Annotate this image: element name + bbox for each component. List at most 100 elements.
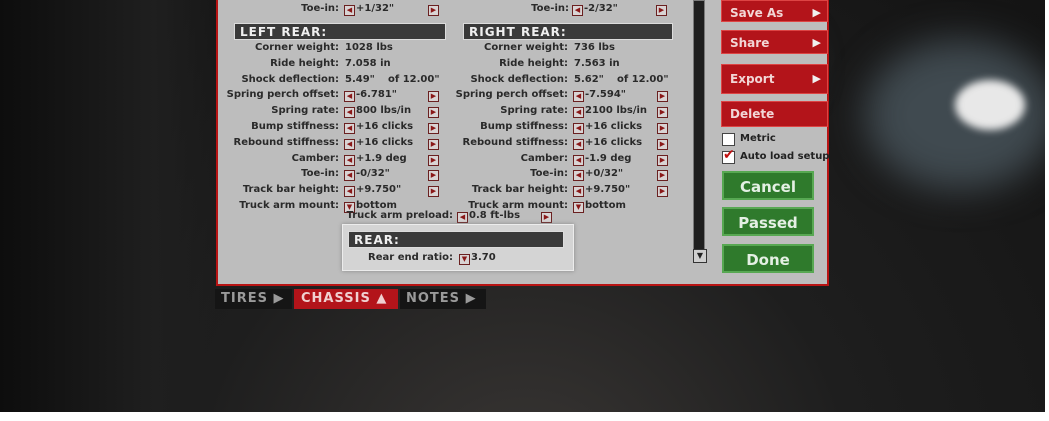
decrease-arrow-icon[interactable]: ◀ <box>344 154 355 166</box>
increase-arrow-icon[interactable]: ▶ <box>428 123 439 134</box>
setting-value: -7.594" <box>585 89 626 101</box>
increase-arrow-icon[interactable]: ▶ <box>428 186 439 198</box>
setting-value: +1.9 deg <box>356 152 407 164</box>
decrease-arrow-icon[interactable]: ◀ <box>344 123 355 134</box>
setting-value: 7.563 in <box>574 57 620 69</box>
setting-value: 5.49" <box>345 73 375 85</box>
setting-row: Ride height: 7.058 in <box>218 58 458 73</box>
scroll-down-icon[interactable]: ▼ <box>693 249 707 263</box>
arrow-right-icon: ▶ <box>273 291 285 306</box>
setting-row: Track bar height: ◀ +9.750" ▶ <box>447 184 687 199</box>
export-button[interactable]: Export ▶ <box>721 64 828 94</box>
tab-notes[interactable]: NOTES ▶ <box>400 289 486 309</box>
auto-load-checkbox[interactable]: ✔ <box>722 147 735 164</box>
toe-in-value: +1/32" <box>356 3 395 14</box>
setting-value: 2100 lbs/in <box>585 105 648 117</box>
increase-arrow-icon[interactable]: ▶ <box>657 186 668 198</box>
dropdown-arrow-icon[interactable]: ▼ <box>459 254 470 265</box>
toe-in-row-top: Toe-in: ◀ +1/32" ▶ Toe-in: ◀ -2/32" ▶ <box>218 3 698 18</box>
increase-arrow-icon[interactable]: ▶ <box>657 154 668 166</box>
share-button[interactable]: Share ▶ <box>721 30 828 54</box>
increase-arrow-icon[interactable]: ▶ <box>541 212 552 223</box>
tab-tires[interactable]: TIRES ▶ <box>215 289 292 309</box>
decrease-arrow-icon[interactable]: ◀ <box>573 123 584 134</box>
setting-label: Rebound stiffness: <box>233 136 339 148</box>
tab-chassis[interactable]: CHASSIS ▲ <box>294 289 398 309</box>
setting-row: Bump stiffness: ◀ +16 clicks ▶ <box>447 121 687 136</box>
auto-load-label: Auto load setup <box>740 151 830 162</box>
increase-arrow-icon[interactable]: ▶ <box>428 5 439 16</box>
shock-travel-max: of 12.00" <box>617 73 669 85</box>
setting-label: Track bar height: <box>242 184 339 196</box>
done-button[interactable]: Done <box>722 244 814 273</box>
decrease-arrow-icon[interactable]: ◀ <box>344 170 355 182</box>
metric-checkbox[interactable] <box>722 133 735 146</box>
increase-arrow-icon[interactable]: ▶ <box>428 138 439 150</box>
passed-button[interactable]: Passed <box>722 207 814 236</box>
setting-value: 736 lbs <box>574 42 615 53</box>
delete-button[interactable]: Delete <box>721 101 828 127</box>
decrease-arrow-icon[interactable]: ◀ <box>573 170 584 182</box>
decrease-arrow-icon[interactable]: ◀ <box>573 91 584 103</box>
increase-arrow-icon[interactable]: ▶ <box>428 107 439 119</box>
tab-tires-label: TIRES <box>221 291 268 306</box>
increase-arrow-icon[interactable]: ▶ <box>428 91 439 103</box>
decrease-arrow-icon[interactable]: ◀ <box>573 154 584 166</box>
decrease-arrow-icon[interactable]: ◀ <box>457 212 468 223</box>
cancel-button[interactable]: Cancel <box>722 171 814 200</box>
increase-arrow-icon[interactable]: ▶ <box>657 123 668 134</box>
rear-end-ratio-value[interactable]: 3.70 <box>471 252 496 263</box>
setting-value: -6.781" <box>356 89 397 101</box>
decrease-arrow-icon[interactable]: ◀ <box>344 186 355 198</box>
increase-arrow-icon[interactable]: ▶ <box>428 154 439 166</box>
increase-arrow-icon[interactable]: ▶ <box>428 170 439 182</box>
toe-in-value: -2/32" <box>584 3 618 14</box>
arrow-right-icon: ▶ <box>812 6 821 19</box>
setting-value: +16 clicks <box>585 136 643 148</box>
setting-row: Toe-in: ◀ -0/32" ▶ <box>218 168 458 183</box>
setting-row: Camber: ◀ +1.9 deg ▶ <box>218 153 458 168</box>
setting-value: -1.9 deg <box>585 152 632 164</box>
setting-label: Ride height: <box>270 57 339 69</box>
rear-end-ratio-label: Rear end ratio: <box>368 252 453 263</box>
decrease-arrow-icon[interactable]: ◀ <box>344 107 355 119</box>
scrollbar[interactable] <box>693 0 705 252</box>
setting-label: Bump stiffness: <box>480 121 568 132</box>
delete-label: Delete <box>730 107 775 121</box>
truck-arm-preload-label: Truck arm preload: <box>346 210 454 221</box>
decrease-arrow-icon[interactable]: ◀ <box>572 5 583 16</box>
setting-row: Spring rate: ◀ 800 lbs/in ▶ <box>218 105 458 120</box>
setting-value: +9.750" <box>356 184 402 196</box>
setting-row: Toe-in: ◀ +0/32" ▶ <box>447 168 687 183</box>
decrease-arrow-icon[interactable]: ◀ <box>573 186 584 198</box>
setting-value: +9.750" <box>585 184 631 196</box>
toe-in-label: Toe-in: <box>531 3 569 14</box>
setting-label: Shock deflection: <box>470 73 568 85</box>
setting-value: -0/32" <box>356 168 390 180</box>
setting-value: +16 clicks <box>356 136 414 148</box>
setting-label: Camber: <box>291 152 339 164</box>
decrease-arrow-icon[interactable]: ◀ <box>573 138 584 150</box>
setting-label: Spring perch offset: <box>226 89 339 101</box>
decrease-arrow-icon[interactable]: ◀ <box>573 107 584 119</box>
increase-arrow-icon[interactable]: ▶ <box>657 107 668 119</box>
setting-row: Corner weight: 736 lbs <box>447 42 687 57</box>
rear-end-ratio-row: Rear end ratio: ▼ 3.70 <box>343 252 573 267</box>
decrease-arrow-icon[interactable]: ◀ <box>344 138 355 150</box>
setting-label: Camber: <box>520 152 568 164</box>
arrow-right-icon: ▶ <box>465 291 477 306</box>
setting-label: Spring perch offset: <box>455 89 568 101</box>
decrease-arrow-icon[interactable]: ◀ <box>344 5 355 16</box>
setting-value: 800 lbs/in <box>356 105 412 117</box>
increase-arrow-icon[interactable]: ▶ <box>656 5 667 16</box>
tab-notes-label: NOTES <box>406 291 461 306</box>
toe-in-label: Toe-in: <box>301 3 339 14</box>
increase-arrow-icon[interactable]: ▶ <box>657 170 668 182</box>
setting-label: Shock deflection: <box>241 73 339 85</box>
save-as-button[interactable]: Save As ▶ <box>721 0 828 22</box>
background-blur <box>955 80 1025 130</box>
increase-arrow-icon[interactable]: ▶ <box>657 91 668 103</box>
increase-arrow-icon[interactable]: ▶ <box>657 138 668 150</box>
decrease-arrow-icon[interactable]: ◀ <box>344 91 355 103</box>
setting-row: Shock deflection: 5.49" of 12.00" <box>218 74 458 89</box>
